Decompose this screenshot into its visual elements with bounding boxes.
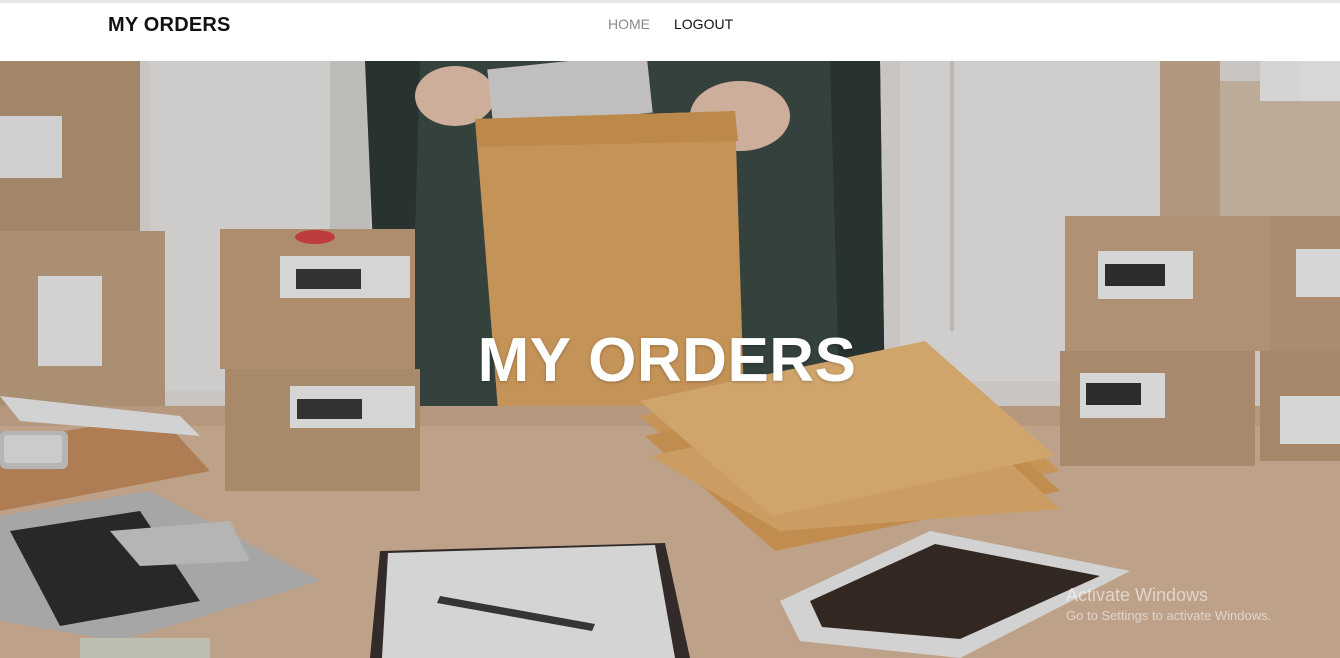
hero-banner: MY ORDERS Activate Windows Go to Setting… [0, 61, 1340, 658]
watermark-subtitle: Go to Settings to activate Windows. [1066, 608, 1272, 623]
nav-links: HOME LOGOUT [608, 16, 733, 32]
page: MY ORDERS HOME LOGOUT MY ORDERS Activate… [0, 0, 1340, 658]
nav-logout-link[interactable]: LOGOUT [674, 16, 733, 32]
brand-logo[interactable]: MY ORDERS [108, 14, 231, 37]
nav-home-link[interactable]: HOME [608, 16, 650, 32]
navbar: MY ORDERS HOME LOGOUT [0, 3, 1340, 61]
watermark-title: Activate Windows [1066, 585, 1209, 605]
activate-windows-watermark: Activate Windows Go to Settings to activ… [1066, 585, 1271, 623]
hero-title: MY ORDERS [477, 326, 857, 395]
